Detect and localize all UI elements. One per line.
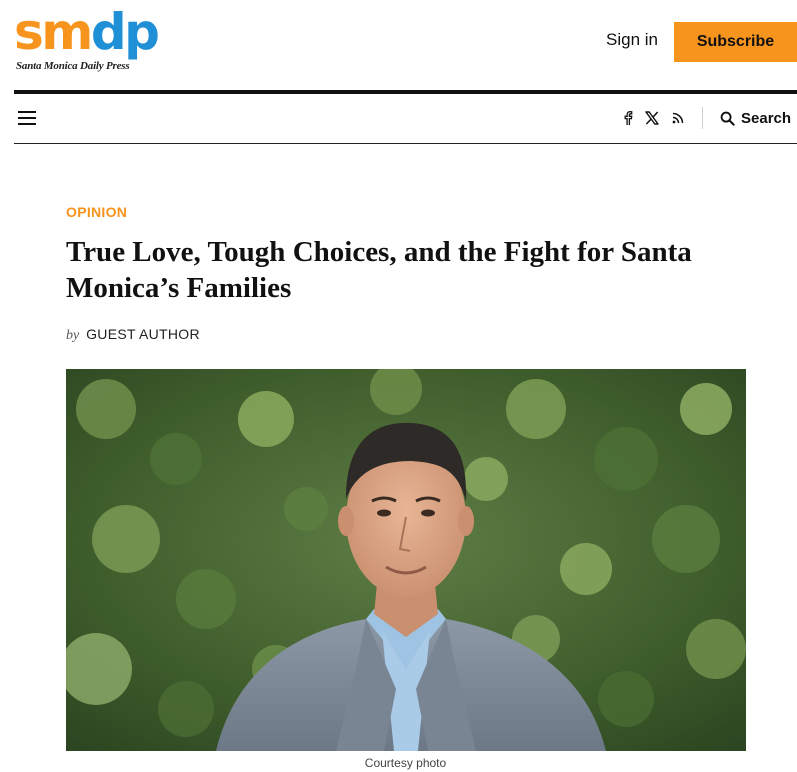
sign-in-link[interactable]: Sign in — [606, 30, 658, 50]
nav-bar: Search — [14, 94, 797, 144]
search-label: Search — [741, 109, 792, 127]
facebook-icon[interactable] — [620, 110, 636, 126]
nav-separator — [702, 107, 703, 129]
rss-icon[interactable] — [670, 110, 686, 126]
portrait-illustration — [66, 369, 746, 751]
site-logo[interactable]: smdp Santa Monica Daily Press — [14, 3, 166, 74]
hamburger-icon[interactable] — [18, 111, 36, 125]
x-icon[interactable] — [644, 110, 660, 126]
byline: by GUEST AUTHOR — [66, 326, 200, 344]
subscribe-button[interactable]: Subscribe — [674, 22, 797, 62]
search-button[interactable]: Search — [720, 107, 791, 129]
article-headline: True Love, Tough Choices, and the Fight … — [66, 236, 692, 304]
category-link[interactable]: OPINION — [66, 204, 127, 220]
logo-tagline: Santa Monica Daily Press — [16, 60, 130, 72]
logo-wordmark-sm: sm — [14, 3, 93, 61]
logo-wordmark-dp: dp — [90, 3, 160, 61]
photo-caption: Courtesy photo — [364, 756, 447, 770]
site-header: smdp Santa Monica Daily Press Sign in Su… — [0, 0, 797, 90]
byline-prefix: by — [66, 328, 80, 343]
author-link[interactable]: GUEST AUTHOR — [86, 326, 200, 342]
logo-wordmark: smdp — [14, 2, 160, 62]
search-icon — [720, 111, 735, 126]
featured-photo — [66, 369, 746, 751]
